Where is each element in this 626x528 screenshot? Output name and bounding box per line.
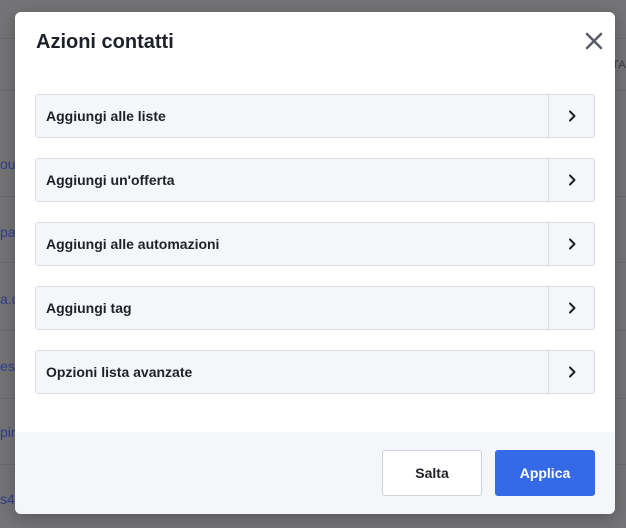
chevron-right-icon (548, 223, 594, 265)
action-advanced-list-options[interactable]: Opzioni lista avanzate (35, 350, 595, 394)
action-list: Aggiungi alle liste Aggiungi un'offerta … (35, 94, 595, 414)
action-label: Aggiungi alle liste (46, 108, 166, 124)
background-row-text: pa (0, 224, 16, 240)
skip-button[interactable]: Salta (382, 450, 482, 496)
contact-actions-modal: Azioni contatti Aggiungi alle liste Aggi… (15, 12, 615, 514)
chevron-right-icon (548, 95, 594, 137)
close-icon (585, 32, 603, 50)
background-row-text: s4 (0, 491, 15, 507)
action-label: Aggiungi un'offerta (46, 172, 175, 188)
action-add-to-lists[interactable]: Aggiungi alle liste (35, 94, 595, 138)
chevron-right-icon (548, 351, 594, 393)
action-label: Aggiungi alle automazioni (46, 236, 220, 252)
apply-button[interactable]: Applica (495, 450, 595, 496)
chevron-right-icon (548, 287, 594, 329)
action-add-to-automations[interactable]: Aggiungi alle automazioni (35, 222, 595, 266)
modal-footer: Salta Applica (15, 432, 615, 514)
action-add-deal[interactable]: Aggiungi un'offerta (35, 158, 595, 202)
close-button[interactable] (582, 29, 606, 53)
action-label: Aggiungi tag (46, 300, 132, 316)
action-add-tag[interactable]: Aggiungi tag (35, 286, 595, 330)
action-label: Opzioni lista avanzate (46, 364, 193, 380)
background-row-text: es (0, 358, 15, 374)
chevron-right-icon (548, 159, 594, 201)
modal-title: Azioni contatti (36, 31, 174, 53)
